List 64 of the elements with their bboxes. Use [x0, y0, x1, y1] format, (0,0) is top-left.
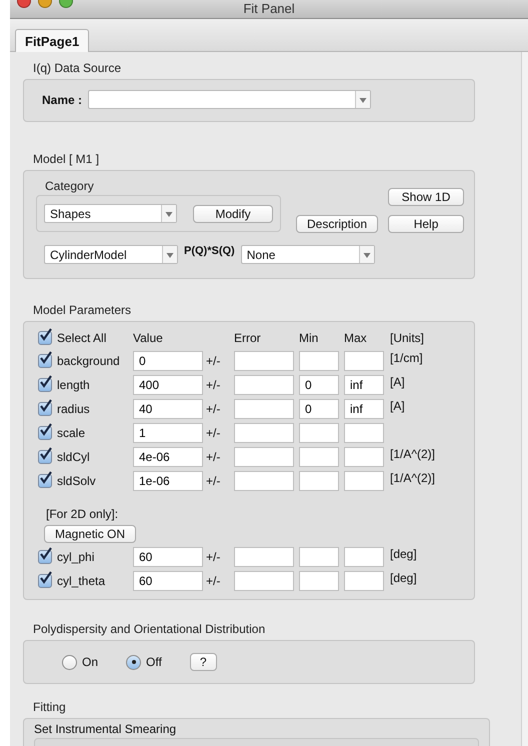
value-field[interactable]: 4e-06	[133, 447, 203, 467]
help-button[interactable]: Help	[388, 215, 464, 233]
help-button[interactable]: ?	[190, 653, 216, 671]
plus-minus-label: +/-	[206, 574, 222, 588]
value-field[interactable]: 1	[133, 423, 203, 443]
plus-minus-label: +/-	[206, 426, 222, 440]
plus-minus-label: +/-	[206, 354, 222, 368]
plus-minus-label: +/-	[206, 402, 222, 416]
parameter-name: background	[57, 354, 120, 368]
modify-button[interactable]: Modify	[193, 204, 273, 222]
section-title: I(q) Data Source	[33, 61, 122, 75]
value-field[interactable]: 60	[133, 547, 203, 567]
tab[interactable]: FitPage1	[15, 29, 90, 52]
value-field[interactable]: 40	[133, 399, 203, 419]
units-label: [A]	[390, 374, 406, 389]
column-header: Min	[299, 331, 320, 345]
min-field[interactable]: 0	[299, 399, 339, 419]
value-field[interactable]: 0	[133, 351, 203, 371]
value-field[interactable]: 1e-06	[133, 471, 203, 491]
value-field[interactable]: 400	[133, 375, 203, 395]
column-header: Value	[133, 331, 164, 345]
column-header: [Units]	[390, 331, 426, 345]
structure-factor-dropdown[interactable]: None	[240, 245, 375, 264]
plus-minus-label: +/-	[206, 378, 222, 392]
plus-minus-label: +/-	[206, 550, 222, 564]
units-label: [deg]	[390, 570, 418, 585]
window-title: Fit Panel	[243, 2, 295, 16]
section-title: Model Parameters	[33, 303, 132, 317]
structure-factor-label: P(Q)*S(Q)	[184, 245, 235, 257]
parameter-name: scale	[57, 426, 86, 440]
parameter-name: length	[57, 378, 90, 392]
section-title: Model [ M1 ]	[33, 152, 100, 166]
name-label: Name :	[42, 92, 82, 106]
category-label: Category	[45, 179, 95, 193]
max-field[interactable]: inf	[344, 399, 384, 419]
parameter-name: sldSolv	[57, 474, 96, 488]
min-field[interactable]: 0	[299, 375, 339, 395]
parameter-name: sldCyl	[57, 450, 90, 464]
units-label: [A]	[390, 398, 406, 413]
category-dropdown[interactable]: Shapes	[44, 204, 177, 223]
select-all-label: Select All	[57, 331, 106, 345]
description-button[interactable]: Description	[296, 215, 378, 233]
section-title: Polydispersity and Orientational Distribution	[33, 622, 266, 636]
model-dropdown[interactable]: CylinderModel	[44, 245, 178, 264]
note-label: [For 2D only]:	[46, 507, 118, 521]
parameter-name: radius	[57, 402, 90, 416]
units-label: [1/cm]	[390, 350, 424, 365]
parameter-name: cyl_phi	[57, 550, 94, 564]
plus-minus-label: +/-	[206, 450, 222, 464]
column-header: Error	[234, 331, 262, 345]
parameter-name: cyl_theta	[57, 574, 106, 588]
plus-minus-label: +/-	[206, 474, 222, 488]
units-label: [deg]	[390, 546, 418, 561]
max-field[interactable]: inf	[344, 375, 384, 395]
units-label: [1/A^(2)]	[390, 470, 436, 485]
show-1d-button[interactable]: Show 1D	[388, 188, 464, 206]
radio-label: Off	[146, 655, 162, 669]
magnetic-on-button[interactable]: Magnetic ON	[44, 525, 136, 543]
radio-label: On	[82, 655, 98, 669]
column-header: Max	[344, 331, 368, 345]
units-label: [1/A^(2)]	[390, 446, 436, 461]
smearing-title: Set Instrumental Smearing	[34, 722, 176, 736]
section-title: Fitting	[33, 700, 67, 714]
value-field[interactable]: 60	[133, 571, 203, 591]
